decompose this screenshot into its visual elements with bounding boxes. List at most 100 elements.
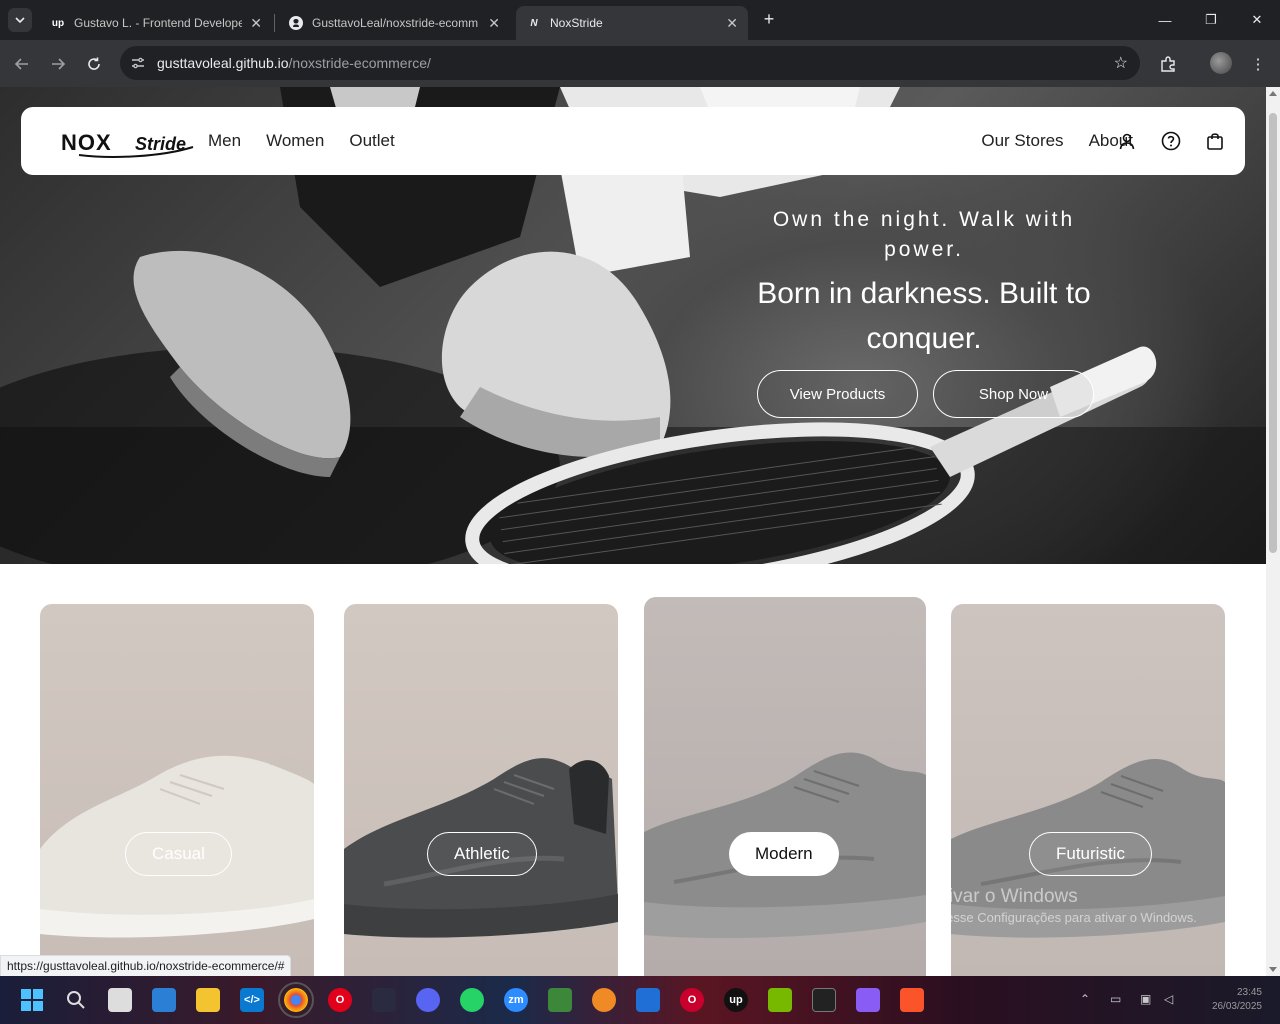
task-view-icon[interactable] xyxy=(108,988,132,1012)
forward-button[interactable] xyxy=(46,52,70,76)
user-icon[interactable] xyxy=(1115,129,1139,153)
fl-studio-icon[interactable] xyxy=(592,988,616,1012)
chevron-down-icon xyxy=(15,17,25,24)
chevron-up-icon[interactable]: ⌃ xyxy=(1080,992,1090,1006)
category-card-athletic[interactable]: Athletic xyxy=(344,604,618,976)
noxstride-logo[interactable]: NOX Stride xyxy=(61,129,196,161)
category-card-casual[interactable]: Casual xyxy=(40,604,314,976)
view-products-button[interactable]: View Products xyxy=(757,370,918,418)
dev-tool-icon[interactable] xyxy=(636,988,660,1012)
category-card-modern[interactable]: Modern xyxy=(644,597,926,976)
close-window-button[interactable]: ✕ xyxy=(1234,0,1280,40)
windows-activation-watermark: Ativar o Windows Acesse Configurações pa… xyxy=(931,886,1197,925)
tab-title: Gustavo L. - Frontend Develope xyxy=(74,16,243,30)
category-label-athletic[interactable]: Athletic xyxy=(427,832,537,876)
browser-tabstrip: up Gustavo L. - Frontend Develope ✕ Gust… xyxy=(0,0,1280,40)
search-icon[interactable] xyxy=(64,988,88,1012)
nav-link-outlet[interactable]: Outlet xyxy=(349,131,394,151)
close-icon[interactable]: ✕ xyxy=(250,15,262,32)
profile-avatar[interactable] xyxy=(1210,52,1232,74)
site-navbar: NOX Stride Men Women Outlet Our Stores A… xyxy=(21,107,1245,175)
volume-icon[interactable]: ◁ xyxy=(1164,992,1173,1006)
file-explorer-icon[interactable] xyxy=(196,988,220,1012)
nodejs-icon[interactable] xyxy=(548,988,572,1012)
photos-icon[interactable] xyxy=(152,988,176,1012)
tab-portfolio[interactable]: up Gustavo L. - Frontend Develope ✕ xyxy=(40,6,272,40)
terminal-icon[interactable] xyxy=(812,988,836,1012)
hero-text-block: Own the night. Walk with power. Born in … xyxy=(744,205,1104,361)
close-icon[interactable]: ✕ xyxy=(726,15,738,32)
tab-title: GusttavoLeal/noxstride-ecomm xyxy=(312,16,479,30)
kebab-menu-icon[interactable]: ⋮ xyxy=(1246,52,1270,76)
brave-icon[interactable] xyxy=(900,988,924,1012)
vscode-icon[interactable]: </> xyxy=(240,988,264,1012)
logo-graphic: NOX Stride xyxy=(61,130,194,158)
tab-search-button[interactable] xyxy=(8,8,32,32)
hero-section: NOX Stride Men Women Outlet Our Stores A… xyxy=(0,87,1266,564)
proton-vpn-icon[interactable] xyxy=(856,988,880,1012)
upwork-icon: up xyxy=(51,17,65,29)
site-settings-icon[interactable] xyxy=(130,55,146,71)
whatsapp-icon[interactable] xyxy=(460,988,484,1012)
category-label-futuristic[interactable]: Futuristic xyxy=(1029,832,1152,876)
minimize-button[interactable]: — xyxy=(1142,0,1188,40)
bookmark-star-icon[interactable]: ☆ xyxy=(1114,53,1128,73)
hero-headline: Born in darkness. Built to conquer. xyxy=(757,277,1091,355)
logo-text: NOX xyxy=(61,130,112,155)
chrome-icon[interactable] xyxy=(278,982,314,1018)
opera-gx-icon[interactable]: O xyxy=(680,988,704,1012)
hero-tagline: Own the night. Walk with power. xyxy=(772,208,1076,261)
reload-icon xyxy=(88,57,100,70)
url-host: gusttavoleal.github.io xyxy=(157,55,289,71)
nav-link-women[interactable]: Women xyxy=(266,131,324,151)
restore-button[interactable]: ❐ xyxy=(1188,0,1234,40)
shoe-image xyxy=(644,752,926,939)
browser-toolbar: gusttavoleal.github.io/noxstride-ecommer… xyxy=(0,40,1280,87)
tab-github[interactable]: GusttavoLeal/noxstride-ecomm ✕ xyxy=(278,6,510,40)
windows-taskbar: </> O zm O up ⌃ ▭ ▣ ◁ 23:45 26/03/2025 xyxy=(0,976,1280,1024)
arrow-left-icon xyxy=(14,58,28,70)
davinci-icon[interactable] xyxy=(372,988,396,1012)
tab-noxstride[interactable]: N NoxStride ✕ xyxy=(516,6,748,40)
link-status-bubble: https://gusttavoleal.github.io/noxstride… xyxy=(0,955,292,977)
opera-icon[interactable]: O xyxy=(328,988,352,1012)
shop-now-button[interactable]: Shop Now xyxy=(933,370,1094,418)
tab-separator xyxy=(274,14,275,32)
extensions-icon[interactable] xyxy=(1156,52,1180,76)
scroll-thumb[interactable] xyxy=(1269,113,1277,553)
arrow-right-icon xyxy=(52,58,66,70)
secondary-nav: Our Stores About xyxy=(981,131,1133,151)
upwork-icon[interactable]: up xyxy=(724,988,748,1012)
nav-link-our-stores[interactable]: Our Stores xyxy=(981,131,1063,151)
nav-link-men[interactable]: Men xyxy=(208,131,241,151)
category-label-casual[interactable]: Casual xyxy=(125,832,232,876)
watermark-title: Ativar o Windows xyxy=(931,886,1078,907)
clock-time: 23:45 xyxy=(1236,987,1262,998)
zoom-icon[interactable]: zm xyxy=(504,988,528,1012)
help-icon[interactable] xyxy=(1159,129,1183,153)
keyboard-icon[interactable]: ▭ xyxy=(1110,992,1121,1006)
address-bar[interactable]: gusttavoleal.github.io/noxstride-ecommer… xyxy=(120,46,1140,80)
windows-start-icon[interactable] xyxy=(20,988,44,1012)
watermark-text: Acesse Configurações para ativar o Windo… xyxy=(931,910,1197,925)
discord-icon[interactable] xyxy=(416,988,440,1012)
web-page: NOX Stride Men Women Outlet Our Stores A… xyxy=(0,87,1266,976)
shopping-bag-icon[interactable] xyxy=(1203,129,1227,153)
reload-button[interactable] xyxy=(82,52,106,76)
tab-title: NoxStride xyxy=(550,16,603,30)
nvidia-icon[interactable] xyxy=(768,988,792,1012)
scroll-up-arrow-icon[interactable] xyxy=(1269,91,1277,96)
page-scrollbar[interactable] xyxy=(1266,87,1280,976)
primary-nav: Men Women Outlet xyxy=(208,131,395,151)
url-text: gusttavoleal.github.io/noxstride-ecommer… xyxy=(157,55,431,71)
category-label-modern[interactable]: Modern xyxy=(729,832,839,876)
shoe-image xyxy=(40,755,314,938)
clock-date: 26/03/2025 xyxy=(1211,1001,1262,1012)
hero-buttons: View Products Shop Now xyxy=(757,370,1094,418)
new-tab-button[interactable]: + xyxy=(758,8,780,30)
scroll-down-arrow-icon[interactable] xyxy=(1269,967,1277,972)
network-icon[interactable]: ▣ xyxy=(1140,992,1151,1006)
system-clock[interactable]: 23:45 26/03/2025 xyxy=(1212,986,1262,1014)
close-icon[interactable]: ✕ xyxy=(488,15,500,32)
back-button[interactable] xyxy=(10,52,34,76)
